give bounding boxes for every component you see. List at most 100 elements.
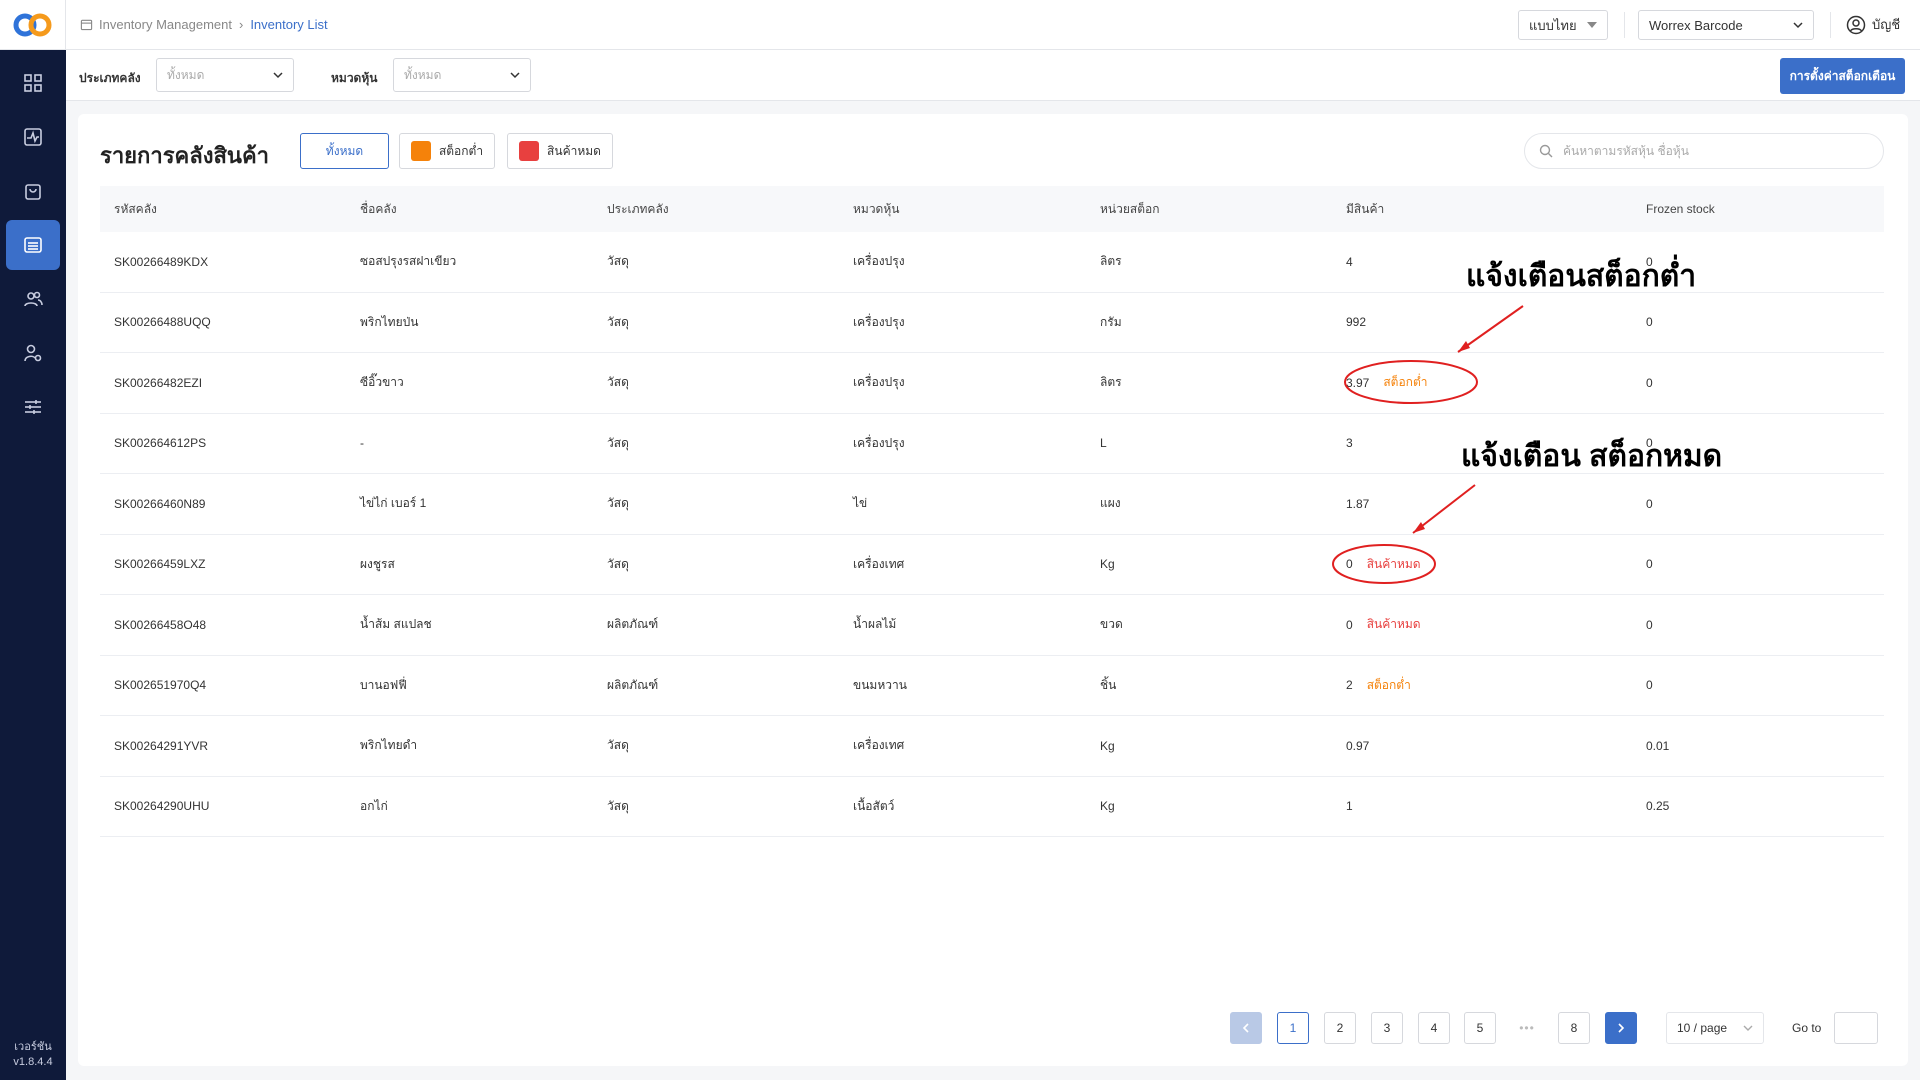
topbar: Inventory Management › Inventory List แบ… — [66, 0, 1920, 50]
cell-frozen: 0 — [1646, 678, 1653, 693]
table-row[interactable]: SK002651970Q4 บานอฟฟี่ ผลิตภัณฑ์ ขนมหวาน ชิ้… — [100, 656, 1884, 716]
goto-label: Go to — [1792, 1021, 1822, 1035]
users-group-icon — [24, 291, 43, 307]
header-type[interactable]: ประเภทคลัง — [593, 200, 839, 219]
page-size-select[interactable]: 10 / page — [1666, 1012, 1764, 1044]
header-qty[interactable]: มีสินค้า — [1332, 200, 1632, 219]
brand-select[interactable]: Worrex Barcode — [1638, 10, 1814, 40]
chevron-right-icon — [1618, 1023, 1625, 1033]
cell-category: เนื้อสัตว์ — [853, 798, 895, 813]
cell-frozen: 0.25 — [1646, 799, 1670, 814]
divider — [1624, 12, 1625, 38]
cell-type: วัสดุ — [607, 375, 629, 390]
user-settings-icon — [24, 344, 42, 362]
filter-low-stock-button[interactable]: สต็อกต่ำ — [399, 133, 495, 169]
qty-value: 1 — [1346, 799, 1353, 814]
filter-bar: ประเภทคลัง ทั้งหมด หมวดหุ้น ทั้งหมด การต… — [66, 50, 1920, 101]
nav-orders[interactable] — [6, 166, 60, 216]
table-row[interactable]: SK00264291YVR พริกไทยดำ วัสดุ เครื่องเทศ Kg 0… — [100, 716, 1884, 777]
goto-page-input[interactable] — [1834, 1012, 1878, 1044]
warehouse-type-value: ทั้งหมด — [167, 67, 205, 82]
table-row[interactable]: SK00264290UHU อกไก่ วัสดุ เนื้อสัตว์ Kg 1 0.25 — [100, 777, 1884, 837]
filter-all-button[interactable]: ทั้งหมด — [300, 133, 389, 169]
cell-name: ผงชูรส — [360, 556, 395, 571]
category-select[interactable]: ทั้งหมด — [393, 58, 531, 92]
breadcrumb-inventory-management[interactable]: Inventory Management — [99, 17, 232, 32]
search-icon — [1539, 144, 1553, 158]
cell-type: วัสดุ — [607, 254, 629, 269]
app-logo[interactable] — [0, 0, 66, 50]
filter-out-of-stock-button[interactable]: สินค้าหมด — [507, 133, 613, 169]
header-unit[interactable]: หน่วยสต็อก — [1086, 200, 1332, 219]
cell-code: SK00266488UQQ — [114, 315, 211, 330]
cell-name: น้ำส้ม สแปลช — [360, 617, 432, 632]
header-category[interactable]: หมวดหุ้น — [839, 200, 1086, 219]
qty-value: 4 — [1346, 254, 1353, 269]
cell-unit: ขวด — [1100, 617, 1123, 632]
account-menu[interactable]: บัญชี — [1846, 14, 1900, 35]
nav-settings[interactable] — [6, 382, 60, 432]
pagination-ellipsis[interactable]: ••• — [1511, 1012, 1543, 1044]
table-body: SK00266489KDX ซอสปรุงรสฝาเขียว วัสดุ เครื่อ… — [100, 232, 1884, 837]
warehouse-type-select[interactable]: ทั้งหมด — [156, 58, 294, 92]
table-header: รหัสคลัง ชื่อคลัง ประเภทคลัง หมวดหุ้น หน… — [100, 186, 1884, 232]
cell-unit: Kg — [1100, 557, 1115, 572]
cell-unit: กรัม — [1100, 314, 1122, 329]
page-button-2[interactable]: 2 — [1324, 1012, 1356, 1044]
cell-code: SK002664612PS — [114, 436, 207, 451]
out-of-stock-badge: สินค้าหมด — [1366, 617, 1421, 632]
pagination-next-button[interactable] — [1605, 1012, 1637, 1044]
table-row[interactable]: SK00266460N89 ไข่ไก่ เบอร์ 1 วัสดุ ไข่ แผง 1.… — [100, 474, 1884, 535]
cell-code: SK00266459LXZ — [114, 557, 206, 572]
qty-value: 3.97 — [1346, 375, 1370, 390]
nav-dashboard[interactable] — [6, 58, 60, 108]
qty-value: 0 — [1346, 557, 1353, 572]
cell-name: - — [360, 436, 364, 451]
header-frozen[interactable]: Frozen stock — [1632, 202, 1884, 216]
table-row[interactable]: SK00266482EZI ซีอิ๊วขาว วัสดุ เครื่องปรุง ลิ… — [100, 353, 1884, 414]
language-select[interactable]: แบบไทย — [1518, 10, 1608, 40]
page-button-3[interactable]: 3 — [1371, 1012, 1403, 1044]
dashboard-grid-icon — [24, 74, 42, 92]
cell-category: ขนมหวาน — [853, 677, 907, 692]
cell-frozen: 0 — [1646, 557, 1653, 572]
low-stock-badge: สต็อกต่ำ — [1366, 677, 1411, 692]
search-placeholder: ค้นหาตามรหัสหุ้น ชื่อหุ้น — [1563, 143, 1689, 158]
page-button-1[interactable]: 1 — [1277, 1012, 1309, 1044]
nav-customers[interactable] — [6, 274, 60, 324]
cell-unit: ลิตร — [1100, 375, 1122, 390]
category-label: หมวดหุ้น — [331, 71, 378, 85]
breadcrumb-inventory-list[interactable]: Inventory List — [250, 17, 327, 32]
cell-code: SK00266458O48 — [114, 617, 207, 632]
search-input[interactable]: ค้นหาตามรหัสหุ้น ชื่อหุ้น — [1524, 133, 1884, 169]
pagination-prev-button[interactable] — [1230, 1012, 1262, 1044]
cell-unit: Kg — [1100, 799, 1115, 814]
version-number: v1.8.4.4 — [13, 1056, 53, 1068]
brand-value: Worrex Barcode — [1649, 17, 1743, 33]
cell-code: SK00266460N89 — [114, 496, 206, 511]
cell-name: บานอฟฟี่ — [360, 677, 407, 692]
table-row[interactable]: SK00266488UQQ พริกไทยป่น วัสดุ เครื่องปรุง ก… — [100, 293, 1884, 353]
page-button-4[interactable]: 4 — [1418, 1012, 1450, 1044]
cell-category: เครื่องปรุง — [853, 375, 905, 390]
cell-qty: 1 — [1332, 799, 1632, 813]
cell-type: วัสดุ — [607, 556, 629, 571]
nav-user-settings[interactable] — [6, 328, 60, 378]
cell-code: SK002651970Q4 — [114, 678, 207, 693]
cell-category: เครื่องเทศ — [853, 556, 905, 571]
table-row[interactable]: SK00266459LXZ ผงชูรส วัสดุ เครื่องเทศ Kg 0 สิน… — [100, 535, 1884, 595]
header-name[interactable]: ชื่อคลัง — [346, 200, 593, 219]
alert-settings-button[interactable]: การตั้งค่าสต็อกเตือน — [1780, 58, 1905, 94]
table-row[interactable]: SK00266458O48 น้ำส้ม สแปลช ผลิตภัณฑ์ น้ำผลไ… — [100, 595, 1884, 656]
cell-qty: 1.87 — [1332, 497, 1632, 511]
nav-inventory[interactable] — [6, 220, 60, 270]
cell-unit: L — [1100, 436, 1107, 451]
out-of-stock-swatch — [519, 141, 540, 161]
cell-frozen: 0.01 — [1646, 738, 1670, 753]
nav-reports[interactable] — [6, 112, 60, 162]
cell-frozen: 0 — [1646, 375, 1653, 390]
page-button-5[interactable]: 5 — [1464, 1012, 1496, 1044]
header-code[interactable]: รหัสคลัง — [100, 200, 346, 219]
category-value: ทั้งหมด — [404, 67, 442, 82]
page-button-8[interactable]: 8 — [1558, 1012, 1590, 1044]
